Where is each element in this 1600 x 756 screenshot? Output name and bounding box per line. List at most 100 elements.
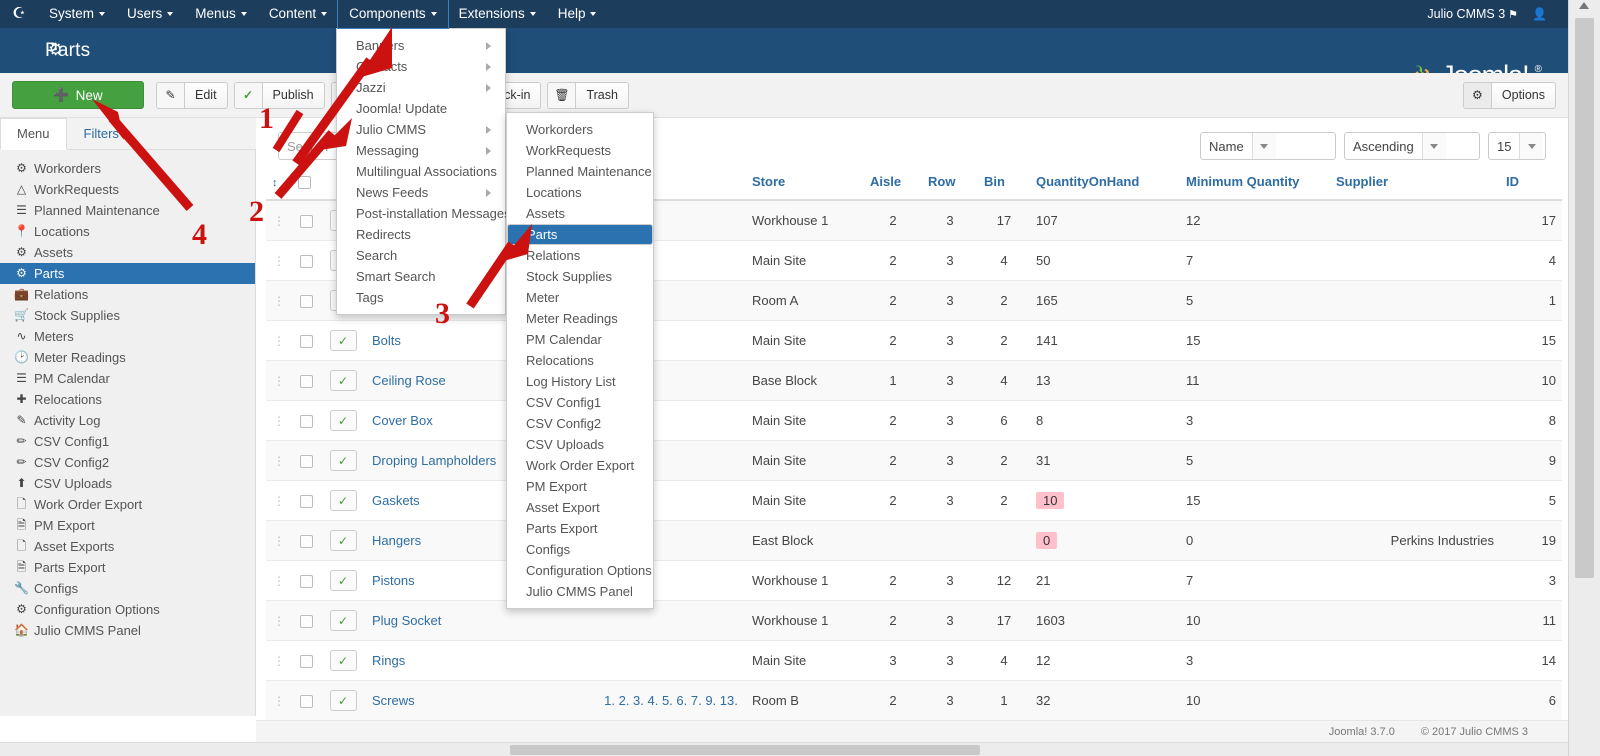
row-checkbox[interactable] xyxy=(299,535,313,549)
user-menu[interactable]: 👤 xyxy=(1532,7,1562,21)
assets-links[interactable]: 1. 2. 3. 4. 5. 6. 7. 9. 13. xyxy=(604,693,738,708)
menu-extensions[interactable]: Extensions xyxy=(448,0,547,28)
row-checkbox-cell[interactable] xyxy=(292,600,320,642)
julio-item-pm-calendar[interactable]: PM Calendar xyxy=(507,329,653,350)
row-checkbox-cell[interactable] xyxy=(292,240,320,282)
row-checkbox-cell[interactable] xyxy=(292,560,320,602)
scroll-up-icon[interactable] xyxy=(1579,2,1589,9)
row-status-cell[interactable]: ✓ xyxy=(320,680,366,722)
sidebar-item-assets[interactable]: ⚙ Assets xyxy=(0,242,255,263)
sidebar-item-configs[interactable]: 🔧 Configs xyxy=(0,578,255,599)
col-store[interactable]: Store xyxy=(746,166,864,202)
row-status-cell[interactable]: ✓ xyxy=(320,520,366,562)
row-checkbox-cell[interactable] xyxy=(292,400,320,442)
row-checkbox-cell[interactable] xyxy=(292,200,320,242)
vertical-scrollbar[interactable] xyxy=(1568,0,1600,756)
sidebar-item-asset-exports[interactable]: 🗋 Asset Exports xyxy=(0,536,255,557)
row-drag-handle[interactable]: ⋮ xyxy=(266,440,292,482)
components-item-redirects[interactable]: Redirects xyxy=(337,224,505,245)
part-name-link[interactable]: Cover Box xyxy=(372,413,433,428)
tab-filters[interactable]: Filters xyxy=(67,118,136,150)
menu-content[interactable]: Content xyxy=(258,0,338,28)
publish-status-button[interactable]: ✓ xyxy=(329,450,357,472)
row-checkbox[interactable] xyxy=(299,655,313,669)
publish-status-button[interactable]: ✓ xyxy=(329,490,357,512)
row-name-cell[interactable]: Rings xyxy=(366,640,596,682)
part-name-link[interactable]: Plug Socket xyxy=(372,613,441,628)
sidebar-item-pm-export[interactable]: 🗎 PM Export xyxy=(0,515,255,536)
sidebar-item-meter-readings[interactable]: 🕑 Meter Readings xyxy=(0,347,255,368)
horizontal-scrollbar[interactable] xyxy=(0,742,1568,756)
julio-item-workorders[interactable]: Workorders xyxy=(507,119,653,140)
publish-status-button[interactable]: ✓ xyxy=(329,610,357,632)
sidebar-item-julio-cmms-panel[interactable]: 🏠 Julio CMMS Panel xyxy=(0,620,255,641)
row-drag-handle[interactable]: ⋮ xyxy=(266,560,292,602)
tab-menu[interactable]: Menu xyxy=(0,118,67,150)
julio-item-configs[interactable]: Configs xyxy=(507,539,653,560)
row-status-cell[interactable]: ✓ xyxy=(320,560,366,602)
menu-components[interactable]: Components xyxy=(337,0,449,29)
sidebar-item-activity-log[interactable]: ✎ Activity Log xyxy=(0,410,255,431)
row-checkbox-cell[interactable] xyxy=(292,640,320,682)
row-drag-handle[interactable]: ⋮ xyxy=(266,280,292,322)
julio-item-pm-export[interactable]: PM Export xyxy=(507,476,653,497)
julio-item-locations[interactable]: Locations xyxy=(507,182,653,203)
menu-system[interactable]: System xyxy=(38,0,116,28)
row-checkbox[interactable] xyxy=(299,695,313,709)
publish-status-button[interactable]: ✓ xyxy=(329,370,357,392)
col-ordering[interactable]: ↕ xyxy=(266,166,292,202)
sidebar-item-relocations[interactable]: ✚ Relocations xyxy=(0,389,255,410)
row-name-cell[interactable]: Screws xyxy=(366,680,596,722)
row-checkbox[interactable] xyxy=(299,255,313,269)
components-item-contacts[interactable]: Contacts xyxy=(337,56,505,77)
menu-menus[interactable]: Menus xyxy=(184,0,258,28)
select-all-checkbox[interactable] xyxy=(298,176,311,190)
components-item-banners[interactable]: Banners xyxy=(337,35,505,56)
components-item-multilingual-associations[interactable]: Multilingual Associations xyxy=(337,161,505,182)
sidebar-item-configuration-options[interactable]: ⚙ Configuration Options xyxy=(0,599,255,620)
julio-item-csv-uploads[interactable]: CSV Uploads xyxy=(507,434,653,455)
row-status-cell[interactable]: ✓ xyxy=(320,360,366,402)
row-checkbox-cell[interactable] xyxy=(292,520,320,562)
julio-item-relations[interactable]: Relations xyxy=(507,245,653,266)
sidebar-item-csv-config2[interactable]: ✏ CSV Config2 xyxy=(0,452,255,473)
row-assets-cell[interactable] xyxy=(596,640,746,682)
sidebar-item-planned-maintenance[interactable]: ☰ Planned Maintenance xyxy=(0,200,255,221)
julio-item-assets[interactable]: Assets xyxy=(507,203,653,224)
sidebar-item-csv-uploads[interactable]: ⬆ CSV Uploads xyxy=(0,473,255,494)
row-drag-handle[interactable]: ⋮ xyxy=(266,360,292,402)
trash-button[interactable]: 🗑 Trash xyxy=(547,81,629,109)
sidebar-item-workrequests[interactable]: △ WorkRequests xyxy=(0,179,255,200)
components-item-news-feeds[interactable]: News Feeds xyxy=(337,182,505,203)
row-assets-cell[interactable]: 1. 2. 3. 4. 5. 6. 7. 9. 13. xyxy=(596,680,746,722)
horizontal-scroll-thumb[interactable] xyxy=(510,745,980,755)
components-item-julio-cmms[interactable]: Julio CMMS xyxy=(337,119,505,140)
part-name-link[interactable]: Gaskets xyxy=(372,493,420,508)
new-button[interactable]: ➕ New xyxy=(12,81,144,109)
publish-status-button[interactable]: ✓ xyxy=(329,650,357,672)
publish-status-button[interactable]: ✓ xyxy=(329,690,357,712)
julio-item-log-history-list[interactable]: Log History List xyxy=(507,371,653,392)
julio-item-meter-readings[interactable]: Meter Readings xyxy=(507,308,653,329)
row-drag-handle[interactable]: ⋮ xyxy=(266,240,292,282)
sidebar-item-work-order-export[interactable]: 🗋 Work Order Export xyxy=(0,494,255,515)
row-status-cell[interactable]: ✓ xyxy=(320,320,366,362)
julio-item-parts-export[interactable]: Parts Export xyxy=(507,518,653,539)
col-quantity-on-hand[interactable]: QuantityOnHand xyxy=(1030,166,1180,202)
sidebar-item-stock-supplies[interactable]: 🛒 Stock Supplies xyxy=(0,305,255,326)
julio-item-meter[interactable]: Meter xyxy=(507,287,653,308)
row-drag-handle[interactable]: ⋮ xyxy=(266,640,292,682)
part-name-link[interactable]: Screws xyxy=(372,693,415,708)
part-name-link[interactable]: Bolts xyxy=(372,333,401,348)
sort-field-select[interactable]: Name xyxy=(1200,132,1336,160)
site-name-link[interactable]: Julio CMMS 3 ⚑ xyxy=(1427,7,1532,21)
row-status-cell[interactable]: ✓ xyxy=(320,400,366,442)
row-checkbox[interactable] xyxy=(299,335,313,349)
components-item-jazzi[interactable]: Jazzi xyxy=(337,77,505,98)
row-checkbox[interactable] xyxy=(299,455,313,469)
col-row[interactable]: Row xyxy=(922,166,978,202)
julio-item-csv-config1[interactable]: CSV Config1 xyxy=(507,392,653,413)
menu-help[interactable]: Help xyxy=(547,0,608,28)
row-status-cell[interactable]: ✓ xyxy=(320,440,366,482)
part-name-link[interactable]: Droping Lampholders xyxy=(372,453,496,468)
